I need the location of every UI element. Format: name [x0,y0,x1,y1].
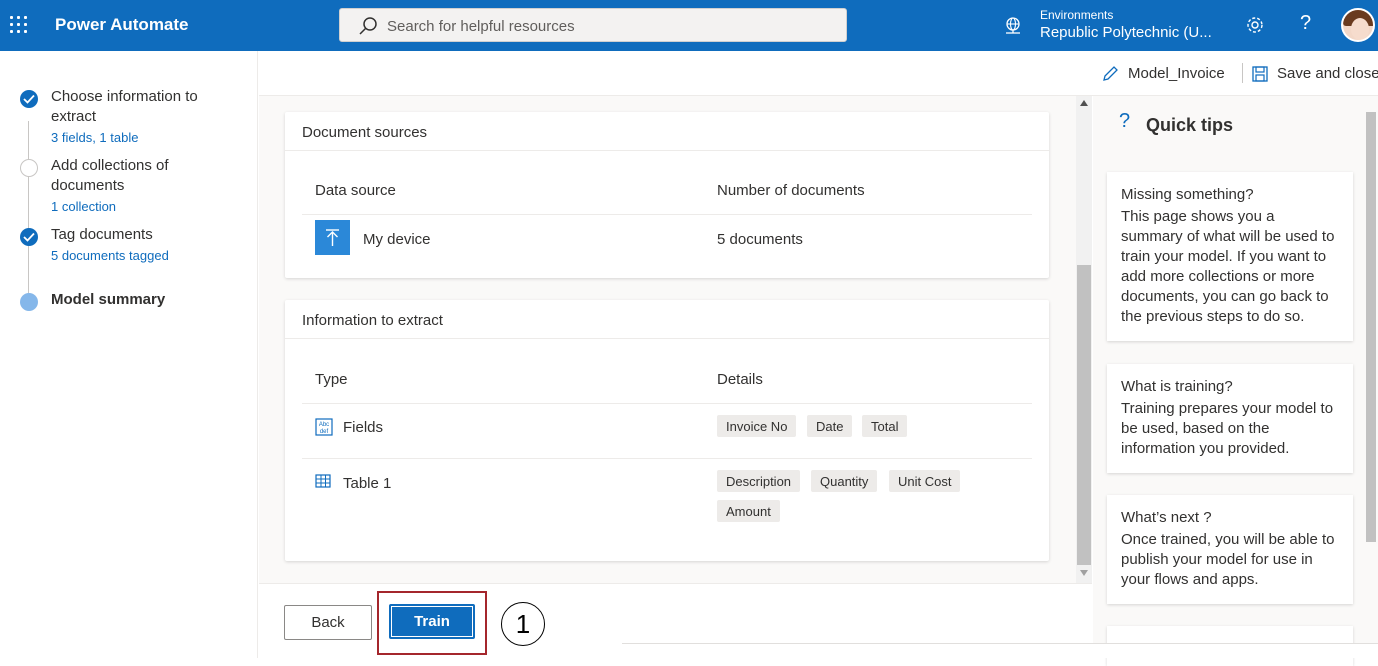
pencil-icon [1103,66,1118,81]
app-title[interactable]: Power Automate [55,15,189,35]
tip-heading: Missing something? [1121,186,1254,203]
tips-scrollbar[interactable] [1366,112,1376,542]
column-header-number: Number of documents [717,182,865,199]
back-button[interactable]: Back [284,605,372,640]
divider [1242,63,1243,83]
table-column-pill: Unit Cost [889,470,961,492]
column-header-details: Details [717,371,763,388]
table-label: Table 1 [343,475,392,492]
divider [302,403,1032,404]
tip-card: What’s next ? Once trained, you will be … [1107,495,1353,604]
step-title: Choose information to extract [51,88,198,125]
document-count-value: 5 documents [717,231,803,248]
avatar[interactable] [1341,8,1375,42]
model-name[interactable]: Model_Invoice [1128,65,1225,82]
step-connector [28,241,29,293]
document-sources-card: Document sources Data source Number of d… [285,112,1049,278]
step-subtitle[interactable]: 3 fields, 1 table [51,130,138,145]
save-and-close-button[interactable]: Save and close [1277,65,1378,82]
step-connector [28,121,29,161]
checkmark-icon [20,90,38,108]
save-icon [1252,66,1268,82]
quick-tips-title: Quick tips [1146,115,1234,135]
search-box[interactable]: Search for helpful resources [339,8,847,42]
tip-card: Missing something? This page shows you a… [1107,172,1353,341]
card-title: Document sources [285,112,1049,151]
gear-icon[interactable] [1245,15,1265,35]
quick-tips-panel: ? Quick tips Missing something? This pag… [1093,96,1378,666]
tip-heading: What is training? [1121,378,1233,395]
environments-label: Environments [1040,8,1114,22]
step-title: Model summary [51,291,166,308]
svg-text:Abc: Abc [319,422,329,428]
tip-heading: What’s next ? [1121,509,1212,526]
step-title: Add collections of documents [51,157,169,194]
train-button[interactable]: Train [389,604,475,639]
field-pill: Invoice No [717,415,797,437]
search-icon [359,17,377,35]
divider [302,458,1032,459]
environment-icon[interactable] [1003,16,1023,36]
command-bar: Model_Invoice Save and close [259,51,1378,96]
tip-body: This page shows you a summary of what wi… [1121,208,1335,325]
scroll-up-icon[interactable] [1080,100,1088,106]
column-header-data-source: Data source [315,182,396,199]
table-column-pill: Quantity [811,470,878,492]
question-icon: ? [1119,110,1131,132]
search-placeholder: Search for helpful resources [387,18,575,35]
upload-icon [315,220,350,255]
data-source-value: My device [363,231,431,248]
step-title: Tag documents [51,226,153,243]
step-subtitle[interactable]: 1 collection [51,199,116,214]
table-column-pill: Description [717,470,801,492]
information-card: Information to extract Type Details Abc … [285,300,1049,561]
scrollbar-thumb[interactable] [1077,265,1091,565]
divider [302,214,1032,215]
current-step-icon [20,293,38,311]
app-launcher-icon[interactable] [10,16,28,34]
fields-label: Fields [343,419,384,436]
bottom-edge [622,643,1378,658]
steps-sidebar: Choose information to extract 3 fields, … [0,51,258,658]
svg-text:def: def [320,429,329,435]
tip-body: Training prepares your model to be used,… [1121,400,1334,457]
step-subtitle[interactable]: 5 documents tagged [51,248,169,263]
main-content: Document sources Data source Number of d… [259,96,1092,583]
scroll-down-icon[interactable] [1080,570,1088,576]
card-title: Information to extract [285,300,1049,339]
field-pill: Total [862,415,908,437]
step-connector [28,176,29,231]
help-icon[interactable]: ? [1300,12,1311,35]
top-bar: Power Automate Search for helpful resour… [0,0,1378,51]
tip-body: Once trained, you will be able to publis… [1121,531,1335,588]
environment-name[interactable]: Republic Polytechnic (U... [1040,24,1212,41]
checkmark-icon [20,228,38,246]
column-header-type: Type [315,371,348,388]
table-icon [315,474,331,488]
annotation-step-number: 1 [501,602,545,646]
empty-circle-icon [20,159,38,177]
fields-icon: Abc def [315,418,333,436]
table-column-pill: Amount [717,500,780,522]
tip-card: What is training? Training prepares your… [1107,364,1353,473]
field-pill: Date [807,415,853,437]
